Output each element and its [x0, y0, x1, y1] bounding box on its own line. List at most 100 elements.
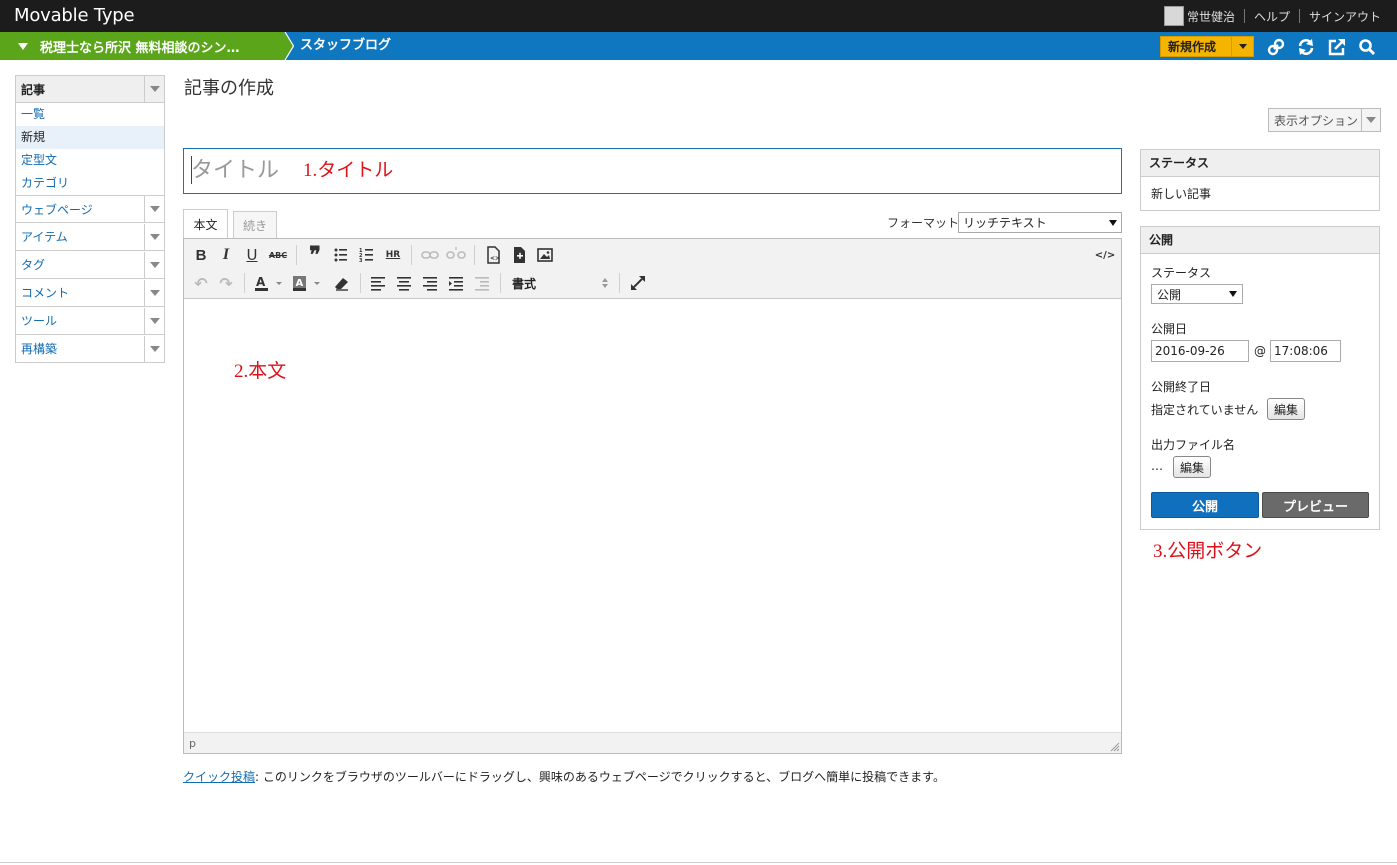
insert-asset-icon[interactable]: [508, 244, 530, 266]
svg-text:A: A: [296, 278, 304, 289]
refresh-icon[interactable]: [1297, 38, 1315, 56]
divider: [619, 273, 620, 293]
italic-icon[interactable]: I: [215, 244, 237, 266]
publish-status-select[interactable]: 公開: [1151, 284, 1243, 304]
chevron-down-icon[interactable]: [144, 279, 164, 306]
format-select[interactable]: リッチテキスト: [958, 212, 1122, 233]
sidebar-item-tools[interactable]: ツール: [15, 307, 165, 335]
chevron-down-icon[interactable]: [144, 196, 164, 222]
chevron-down-icon: [18, 42, 28, 50]
publish-date-input[interactable]: 2016-09-26: [1151, 340, 1249, 362]
blog-name-link[interactable]: スタッフブログ: [300, 32, 391, 60]
insert-file-icon[interactable]: <>: [482, 244, 504, 266]
top-bar: Movable Type 常世健治 ヘルプ サインアウト: [0, 0, 1397, 32]
blockquote-icon[interactable]: ❞: [304, 244, 326, 266]
sidebar-item-assets[interactable]: アイテム: [15, 223, 165, 251]
align-left-icon[interactable]: [367, 272, 389, 294]
divider: [1298, 9, 1300, 23]
user-name-link[interactable]: 常世健治: [1187, 8, 1235, 25]
app-logo[interactable]: Movable Type: [14, 5, 135, 26]
indent-icon[interactable]: [445, 272, 467, 294]
link-icon[interactable]: [1267, 38, 1285, 56]
align-right-icon[interactable]: [419, 272, 441, 294]
strikethrough-icon[interactable]: ABC: [267, 244, 289, 266]
new-create-button[interactable]: 新規作成: [1160, 36, 1254, 57]
fullscreen-icon[interactable]: [627, 272, 649, 294]
svg-text:<>: <>: [490, 255, 500, 262]
divider: [360, 273, 361, 293]
sidebar-item-rebuild[interactable]: 再構築: [15, 335, 165, 363]
sidebar-item-new[interactable]: 新規: [16, 126, 164, 149]
sidebar-item-comments[interactable]: コメント: [15, 279, 165, 307]
status-value: 新しい記事: [1151, 187, 1212, 201]
sidebar-item-webpages[interactable]: ウェブページ: [15, 195, 165, 223]
underline-icon[interactable]: U: [241, 244, 263, 266]
source-code-icon[interactable]: </>: [1094, 244, 1116, 266]
page-title: 記事の作成: [184, 78, 274, 99]
user-avatar[interactable]: [1163, 6, 1184, 26]
divider: [1243, 9, 1245, 23]
link-icon[interactable]: [419, 244, 441, 266]
horizontal-rule-icon[interactable]: HR: [382, 244, 404, 266]
tab-body[interactable]: 本文: [183, 209, 228, 239]
unlink-icon[interactable]: [445, 244, 467, 266]
sidebar-menu: 記事 一覧 新規 定型文 カテゴリ ウェブページ アイテム タグ コメント ツー…: [15, 75, 165, 363]
quickpost-link[interactable]: クイック投稿: [183, 770, 255, 784]
chevron-down-icon[interactable]: [1361, 109, 1380, 131]
sidebar-item-list[interactable]: 一覧: [16, 103, 164, 126]
paragraph-format-label: 書式: [512, 276, 537, 291]
chevron-down-icon: [1238, 44, 1247, 49]
edit-unpublish-button[interactable]: 編集: [1267, 398, 1305, 420]
preview-button[interactable]: プレビュー: [1262, 492, 1369, 518]
publish-button[interactable]: 公開: [1151, 492, 1259, 518]
format-value: リッチテキスト: [963, 216, 1047, 230]
status-widget: ステータス 新しい記事: [1140, 149, 1380, 211]
edit-filename-button[interactable]: 編集: [1173, 456, 1211, 478]
new-create-label: 新規作成: [1168, 40, 1217, 54]
background-color-icon[interactable]: A: [290, 272, 326, 294]
sidebar-item-tags[interactable]: タグ: [15, 251, 165, 279]
help-link[interactable]: ヘルプ: [1254, 8, 1290, 25]
chevron-down-icon[interactable]: [144, 76, 164, 102]
numbered-list-icon[interactable]: 123: [356, 244, 378, 266]
bullet-list-icon[interactable]: [330, 244, 352, 266]
bold-icon[interactable]: B: [190, 244, 212, 266]
search-icon[interactable]: [1358, 38, 1376, 56]
sidebar-section-entries[interactable]: 記事: [15, 75, 165, 103]
align-center-icon[interactable]: [393, 272, 415, 294]
text-color-icon[interactable]: A: [252, 272, 288, 294]
chevron-down-icon[interactable]: [144, 307, 164, 334]
sidebar-item-label: コメント: [21, 286, 70, 300]
new-create-dropdown[interactable]: [1231, 37, 1253, 56]
chevron-down-icon[interactable]: [144, 335, 164, 362]
tab-extended[interactable]: 続き: [233, 211, 277, 238]
insert-image-icon[interactable]: [534, 244, 556, 266]
chevron-down-icon[interactable]: [144, 223, 164, 250]
eraser-icon[interactable]: [330, 272, 352, 294]
breadcrumb-arrow-icon: [284, 32, 294, 60]
publish-date-label: 公開日: [1151, 322, 1188, 336]
unpublish-date-value: 指定されていません: [1151, 403, 1259, 417]
resize-handle-icon[interactable]: [1110, 742, 1120, 752]
external-link-icon[interactable]: [1328, 38, 1346, 56]
sort-arrows-icon: [602, 278, 608, 288]
chevron-down-icon[interactable]: [144, 251, 164, 278]
site-name: 税理士なら所沢 無料相談のシン…: [40, 40, 240, 56]
sidebar-item-label: アイテム: [21, 230, 68, 244]
redo-icon[interactable]: ↷: [215, 272, 237, 294]
svg-text:3: 3: [359, 258, 363, 264]
display-options-button[interactable]: 表示オプション: [1268, 108, 1381, 132]
paragraph-format-select[interactable]: 書式: [509, 272, 609, 294]
sidebar-item-label: ツール: [21, 314, 58, 328]
sidebar-item-category[interactable]: カテゴリ: [16, 172, 164, 195]
outdent-icon[interactable]: [471, 272, 493, 294]
sidebar-item-label: 再構築: [21, 342, 58, 356]
footer-divider: [0, 862, 1397, 863]
unpublish-date-label: 公開終了日: [1151, 380, 1212, 394]
undo-icon[interactable]: ↶: [190, 272, 212, 294]
sidebar-item-boilerplate[interactable]: 定型文: [16, 149, 164, 172]
at-symbol: @: [1254, 344, 1266, 358]
signout-link[interactable]: サインアウト: [1309, 8, 1381, 25]
site-selector[interactable]: 税理士なら所沢 無料相談のシン…: [0, 32, 284, 60]
publish-time-input[interactable]: 17:08:06: [1270, 340, 1341, 362]
